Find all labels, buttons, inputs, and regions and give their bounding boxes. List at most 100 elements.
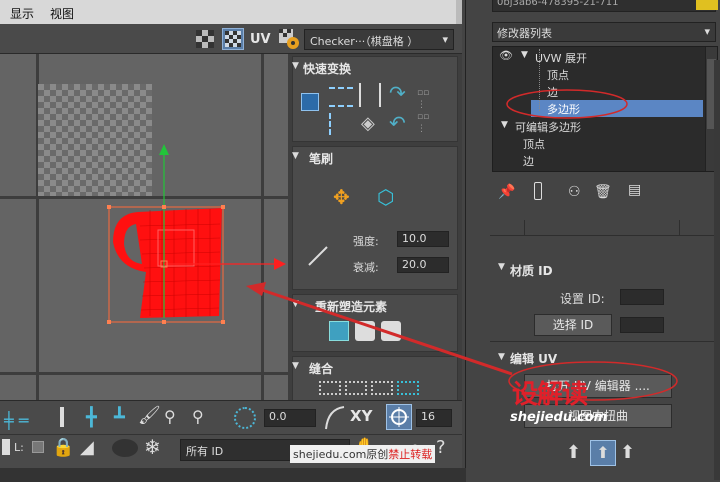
stitch-source-icon[interactable] [345, 381, 367, 395]
align-icon[interactable] [60, 407, 64, 427]
uv-label[interactable]: UV [250, 32, 271, 47]
rotate-ccw-icon[interactable]: ↶ [389, 111, 406, 135]
quick-align-icon[interactable]: ⬆ [620, 442, 635, 463]
quick-peel-icon[interactable]: ⬆ [590, 440, 616, 466]
collapse-arrow-icon[interactable]: ▼ [292, 361, 299, 371]
stack-item-editable-poly[interactable]: ▼ 可编辑多边形 [493, 118, 703, 135]
quick-transform-title[interactable]: 快速变换 [303, 60, 351, 77]
collapse-arrow-icon[interactable]: ▼ [292, 299, 299, 309]
menu-display[interactable]: 显示 [10, 5, 34, 22]
collapse-arrow-icon[interactable]: ▼ [498, 352, 505, 362]
configure-sets-icon[interactable]: ▤ [628, 182, 641, 198]
select-id-button[interactable]: 选择 ID [534, 314, 612, 336]
relax-brush-icon[interactable]: ⬡ [377, 185, 394, 209]
snap-grid-icon[interactable] [386, 404, 412, 430]
watermark-brand: 设解读 [512, 380, 588, 410]
l-checkbox[interactable] [32, 441, 44, 453]
collapse-arrow-icon[interactable]: ▼ [292, 61, 299, 71]
uv-editor-window: 显示 视图 UV Checker···（棋盘格 ） ▾ ▼ 快速变换 ↷ ◈ ↶… [0, 0, 466, 482]
align-vertical-icon[interactable] [359, 83, 381, 107]
status-bar [0, 468, 466, 482]
l-label: L: [14, 441, 24, 454]
strength-label: 强度: [353, 235, 379, 248]
modifier-list-dropdown[interactable]: 修改器列表 ▾ [492, 22, 716, 42]
show-map-icon[interactable] [222, 28, 244, 50]
pivot-plus-icon[interactable]: ╋ [86, 407, 97, 428]
paint-brush-icon[interactable]: 🖌 [138, 405, 161, 426]
stitch-custom-icon[interactable] [319, 381, 341, 395]
zoom-icon[interactable]: ⚲ [192, 407, 204, 426]
modifier-stack: 👁 ▼ UVW 展开 顶点 边 多边形 ▼ 可编辑多边形 顶点 边 [492, 46, 718, 172]
pivot-corner-icon[interactable]: ┻ [114, 407, 125, 428]
help-icon[interactable]: ? [436, 437, 446, 458]
eye-icon[interactable] [112, 439, 138, 457]
curve-icon[interactable] [324, 403, 346, 431]
collapse-arrow-icon[interactable]: ▼ [292, 151, 299, 161]
trash-icon[interactable]: 🗑 [594, 184, 612, 200]
brush-stroke-icon[interactable] [305, 243, 331, 269]
lock-icon[interactable]: 🔒 [52, 437, 74, 458]
menu-view[interactable]: 视图 [50, 5, 74, 22]
falloff-spinner[interactable]: 20.0 [397, 257, 449, 273]
freeze-icon[interactable]: ❄ [144, 435, 161, 459]
straighten-selection-icon[interactable] [329, 321, 349, 341]
checker-pattern-icon[interactable] [194, 28, 216, 50]
credit-watermark: shejiedu.com原创禁止转载 [290, 445, 436, 463]
collapse-arrow-icon[interactable]: ▼ [498, 262, 505, 272]
reshape-elements-rollout: ▼ 重新塑造元素 [292, 294, 458, 352]
menu-bar: 显示 视图 [0, 0, 462, 24]
select-id-spinner[interactable] [620, 317, 664, 333]
expand-arrow-icon[interactable]: ▼ [501, 120, 508, 130]
mirror-icon[interactable]: ╪ ═ [4, 411, 28, 430]
strength-spinner[interactable]: 10.0 [397, 231, 449, 247]
object-name-field[interactable]: 0bj3ab6-478395-21-711 [492, 0, 716, 12]
stack-item-uvw-unwrap[interactable]: 👁 ▼ UVW 展开 [493, 48, 717, 65]
align-extras-icon[interactable]: ▫▫ ⋮ ▫▫ ⋮ [417, 87, 437, 137]
gizmo-x-arrow-icon [274, 258, 286, 270]
space-horizontal-icon[interactable] [329, 113, 353, 135]
collapsed-rollout[interactable] [490, 210, 718, 236]
object-color-swatch[interactable] [696, 0, 718, 10]
rotate-cw-icon[interactable]: ↷ [389, 81, 406, 105]
chevron-down-icon: ▾ [442, 33, 448, 46]
stack-item-polygon-selected[interactable]: 多边形 [531, 100, 703, 117]
material-id-title[interactable]: 材质 ID [510, 262, 553, 279]
stitch-target-icon[interactable] [371, 381, 393, 395]
pan-icon[interactable]: ⚲ [164, 407, 176, 426]
bottom-toolbar: ╪ ═ ╋ ┻ 🖌 ⚲ ⚲ 0.0 XY 16 [0, 400, 462, 434]
stitch-average-icon[interactable] [397, 381, 419, 395]
falloff-label: 衰减: [353, 261, 379, 274]
quick-planar-icon[interactable]: ⬆ [566, 442, 581, 463]
expand-arrow-icon[interactable]: ▼ [521, 50, 528, 60]
relax-options-icon[interactable] [381, 321, 401, 341]
uv-viewport[interactable] [0, 54, 288, 400]
eye-icon[interactable]: 👁 [499, 49, 513, 62]
stitch-title[interactable]: 缝合 [309, 360, 333, 377]
reshape-elements-title[interactable]: 重新塑造元素 [315, 298, 387, 315]
edit-uv-title[interactable]: 编辑 UV [510, 350, 557, 367]
xy-toggle[interactable]: XY [350, 407, 372, 425]
texture-dropdown[interactable]: Checker···（棋盘格 ） ▾ [304, 29, 454, 50]
pivot-icon[interactable] [301, 93, 319, 111]
paint-move-icon[interactable]: ✥ [333, 185, 350, 209]
hide-icon[interactable]: ◢ [80, 437, 94, 458]
set-id-spinner[interactable] [620, 289, 664, 305]
brush-rollout: ▼ 笔刷 ✥ ⬡ 强度: 10.0 衰减: 20.0 [292, 146, 458, 290]
quick-transform-rollout: ▼ 快速变换 ↷ ◈ ↶ ▫▫ ⋮ ▫▫ ⋮ [292, 56, 458, 142]
relax-icon[interactable] [355, 321, 375, 341]
watermark-site: shejiedu.com [510, 410, 608, 425]
show-end-result-icon[interactable] [534, 182, 542, 200]
pin-stack-icon[interactable]: 📌 [498, 184, 515, 200]
align-horizontal-icon[interactable] [329, 87, 353, 107]
angle-spinner[interactable]: 0.0 [264, 409, 316, 427]
lock-edge-icon[interactable] [2, 439, 10, 455]
set-id-label: 设置 ID: [560, 292, 605, 306]
uv-mesh-svg[interactable] [0, 54, 288, 400]
rotate-angle-icon[interactable] [234, 407, 256, 429]
grid-spinner[interactable]: 16 [416, 409, 452, 427]
straighten-icon[interactable]: ◈ [361, 113, 375, 134]
uv-rollout-panel: ▼ 快速变换 ↷ ◈ ↶ ▫▫ ⋮ ▫▫ ⋮ ▼ 笔刷 ✥ ⬡ 强度: 10.0 衰减… [288, 54, 462, 400]
make-unique-icon[interactable]: ⚇ [568, 184, 581, 200]
settings-icon[interactable] [278, 28, 300, 50]
brush-title[interactable]: 笔刷 [309, 150, 333, 167]
